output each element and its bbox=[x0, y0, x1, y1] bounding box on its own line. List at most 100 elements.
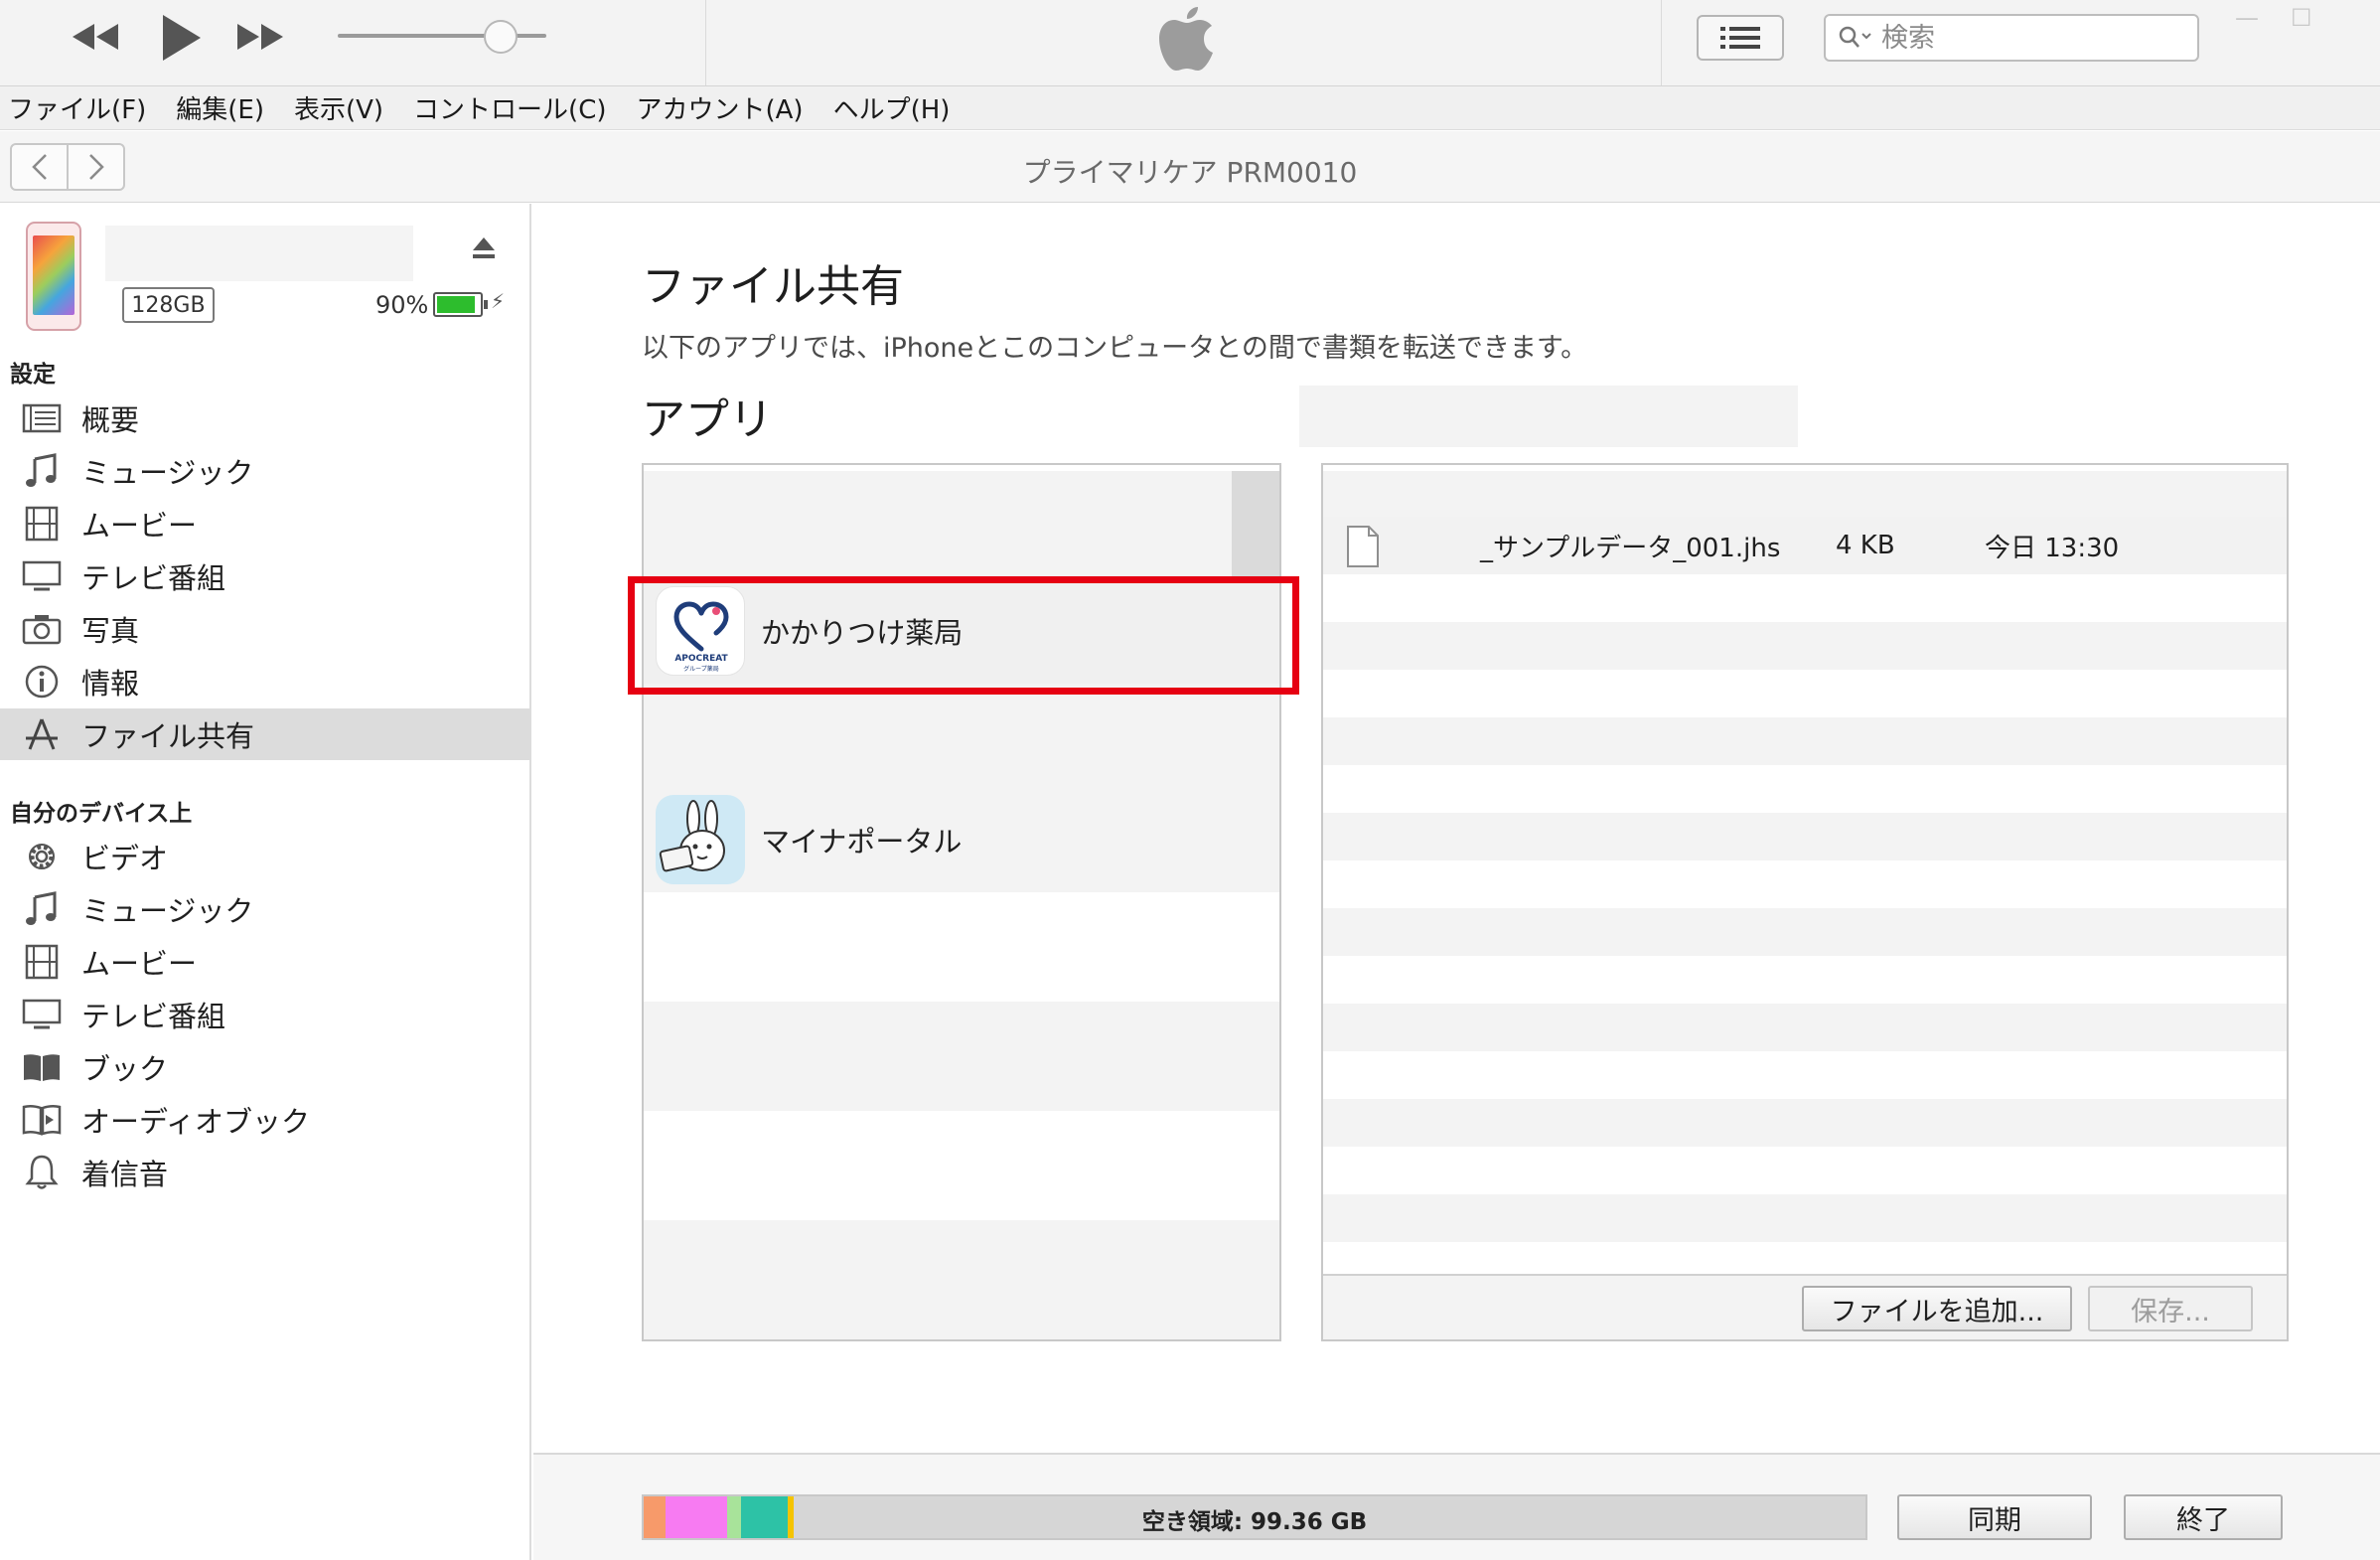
toolbar-divider bbox=[1661, 0, 1662, 85]
menu-help[interactable]: ヘルプ(H) bbox=[833, 89, 951, 126]
file-list-empty-row bbox=[1323, 1004, 2287, 1051]
film-icon bbox=[20, 940, 64, 984]
sidebar-item-device-tv[interactable]: テレビ番組 bbox=[0, 989, 529, 1040]
music-note-icon bbox=[20, 449, 64, 493]
fast-forward-button[interactable] bbox=[230, 16, 290, 58]
file-list-empty-row bbox=[1323, 1099, 2287, 1147]
summary-icon bbox=[20, 396, 64, 440]
sidebar-item-device-movies[interactable]: ムービー bbox=[0, 936, 529, 988]
play-icon bbox=[163, 15, 201, 61]
sidebar-item-movies[interactable]: ムービー bbox=[0, 498, 529, 549]
sidebar-item-music[interactable]: ミュージック bbox=[0, 445, 529, 497]
up-next-list-button[interactable] bbox=[1697, 15, 1784, 61]
search-icon bbox=[1839, 26, 1871, 48]
menu-account[interactable]: アカウント(A) bbox=[637, 89, 804, 126]
search-box[interactable] bbox=[1824, 14, 2199, 62]
sidebar-item-label: ムービー bbox=[81, 509, 198, 543]
sidebar-item-label: 情報 bbox=[81, 667, 140, 701]
menu-controls[interactable]: コントロール(C) bbox=[413, 89, 606, 126]
sidebar-item-label: ファイル共有 bbox=[81, 719, 255, 753]
app-list-scroll-area bbox=[1232, 471, 1279, 576]
save-button[interactable]: 保存... bbox=[2088, 1286, 2253, 1331]
document-list: _サンプルデータ_001.jhs 4 KB 今日 13:30 ファイルを追加..… bbox=[1321, 463, 2289, 1341]
menu-bar: ファイル(F) 編集(E) 表示(V) コントロール(C) アカウント(A) ヘ… bbox=[0, 86, 2380, 130]
add-file-button[interactable]: ファイルを追加... bbox=[1802, 1286, 2072, 1331]
sidebar-item-label: 写真 bbox=[81, 614, 140, 648]
sidebar-item-label: ムービー bbox=[81, 947, 198, 981]
rewind-icon bbox=[73, 24, 118, 50]
document-list-footer: ファイルを追加... 保存... bbox=[1323, 1274, 2287, 1339]
window-title: プライマリケア PRM0010 bbox=[1022, 156, 1358, 189]
tv-icon bbox=[20, 554, 64, 598]
sidebar-item-device-books[interactable]: ブック bbox=[0, 1041, 529, 1093]
minimize-button[interactable]: — bbox=[2235, 4, 2259, 32]
app-list-empty-row bbox=[644, 892, 1279, 1002]
charging-bolt-icon: ⚡ bbox=[491, 289, 506, 313]
rewind-button[interactable] bbox=[66, 16, 125, 58]
menu-edit[interactable]: 編集(E) bbox=[176, 89, 264, 126]
sidebar-item-tv[interactable]: テレビ番組 bbox=[0, 550, 529, 602]
app-store-icon bbox=[20, 712, 64, 756]
eject-button[interactable] bbox=[471, 235, 497, 265]
audiobook-icon bbox=[20, 1098, 64, 1142]
sync-button[interactable]: 同期 bbox=[1897, 1494, 2092, 1540]
sidebar-item-device-ringtones[interactable]: 着信音 bbox=[0, 1147, 529, 1198]
info-icon bbox=[20, 660, 64, 703]
app-list-empty-row bbox=[644, 1220, 1279, 1339]
sidebar-item-device-music[interactable]: ミュージック bbox=[0, 883, 529, 935]
myna-rabbit-icon bbox=[656, 795, 745, 884]
sidebar: 128GB 90% ⚡ 設定 概要 ミュージック ムービー テレビ番組 写真 情… bbox=[0, 204, 531, 1560]
documents-heading-redacted bbox=[1299, 386, 1798, 447]
apple-logo-icon bbox=[1159, 7, 1213, 71]
search-input[interactable] bbox=[1881, 22, 2150, 54]
sidebar-item-label: ビデオ bbox=[81, 842, 169, 875]
free-space-label: 空き領域: 99.36 GB bbox=[1141, 1509, 1368, 1535]
eject-icon bbox=[473, 237, 495, 258]
app-row-mynaportal[interactable]: マイナポータル bbox=[644, 787, 1279, 892]
file-name: _サンプルデータ_001.jhs bbox=[1480, 533, 1781, 563]
file-list-empty-row bbox=[1323, 622, 2287, 670]
sidebar-item-summary[interactable]: 概要 bbox=[0, 392, 529, 444]
list-icon bbox=[1720, 27, 1760, 49]
play-button[interactable] bbox=[151, 10, 211, 66]
file-list-empty-row bbox=[1323, 908, 2287, 956]
app-list-empty-row bbox=[644, 471, 1279, 576]
app-list-empty-row bbox=[644, 1002, 1279, 1111]
app-name: マイナポータル bbox=[761, 825, 963, 858]
device-name-redacted bbox=[105, 226, 413, 281]
file-list-empty-row bbox=[1323, 813, 2287, 860]
sidebar-item-label: ミュージック bbox=[81, 894, 254, 928]
toolbar-divider bbox=[705, 0, 706, 85]
capacity-badge: 128GB bbox=[122, 287, 215, 323]
done-button[interactable]: 終了 bbox=[2124, 1494, 2283, 1540]
device-thumbnail[interactable] bbox=[26, 222, 81, 331]
sidebar-item-device-video[interactable]: ビデオ bbox=[0, 831, 529, 882]
apple-logo bbox=[1152, 4, 1222, 74]
sidebar-item-device-audiobooks[interactable]: オーディオブック bbox=[0, 1094, 529, 1146]
sidebar-item-label: 概要 bbox=[81, 403, 140, 437]
file-row[interactable]: _サンプルデータ_001.jhs 4 KB 今日 13:30 bbox=[1323, 517, 2287, 574]
sidebar-item-info[interactable]: 情報 bbox=[0, 656, 529, 707]
battery-icon bbox=[433, 292, 483, 317]
highlight-annotation-box bbox=[628, 576, 1299, 695]
menu-file[interactable]: ファイル(F) bbox=[8, 89, 146, 126]
fast-forward-icon bbox=[237, 24, 283, 50]
battery-nub bbox=[484, 300, 488, 309]
player-toolbar: — ☐ bbox=[0, 0, 2380, 86]
volume-knob[interactable] bbox=[483, 20, 518, 54]
film-icon bbox=[20, 502, 64, 546]
bell-icon bbox=[20, 1151, 64, 1194]
maximize-button[interactable]: ☐ bbox=[2291, 4, 2312, 32]
gear-icon bbox=[20, 835, 64, 878]
menu-view[interactable]: 表示(V) bbox=[294, 89, 383, 126]
device-screen bbox=[33, 235, 74, 315]
sidebar-item-photos[interactable]: 写真 bbox=[0, 603, 529, 655]
file-list-empty-row bbox=[1323, 1194, 2287, 1242]
navigation-bar: プライマリケア PRM0010 bbox=[0, 131, 2380, 203]
file-list-empty-row bbox=[1323, 717, 2287, 765]
sidebar-item-file-sharing[interactable]: ファイル共有 bbox=[0, 708, 529, 760]
page-title: ファイル共有 bbox=[642, 261, 904, 312]
sidebar-item-label: テレビ番組 bbox=[81, 561, 226, 595]
file-size: 4 KB bbox=[1836, 531, 1895, 560]
tv-icon bbox=[20, 993, 64, 1036]
